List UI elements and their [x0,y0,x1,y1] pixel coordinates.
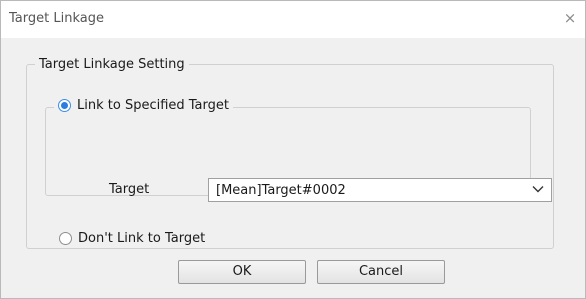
target-select-value: [Mean]Target#0002 [216,183,346,198]
target-linkage-setting-group: Target Linkage Setting Link to Specified… [26,57,554,249]
title-bar: Target Linkage × [1,1,585,38]
radio-unchecked-icon [59,232,72,245]
dialog-body: Target Linkage Setting Link to Specified… [2,38,584,297]
target-select[interactable]: [Mean]Target#0002 [208,178,552,202]
ok-button[interactable]: OK [178,260,306,284]
group-legend: Target Linkage Setting [39,57,185,72]
target-label: Target [109,182,150,197]
close-icon[interactable]: × [559,7,581,29]
chevron-down-icon[interactable] [531,182,545,196]
radio-checked-icon [58,99,71,112]
link-to-specified-target-radio[interactable]: Link to Specified Target [58,98,229,113]
target-linkage-dialog: Target Linkage × Target Linkage Setting … [0,0,586,299]
dont-link-to-target-label: Don't Link to Target [78,231,206,246]
dont-link-to-target-radio[interactable]: Don't Link to Target [59,231,205,246]
link-to-specified-target-label: Link to Specified Target [77,98,229,113]
cancel-button[interactable]: Cancel [317,260,445,284]
window-title: Target Linkage [9,11,104,26]
